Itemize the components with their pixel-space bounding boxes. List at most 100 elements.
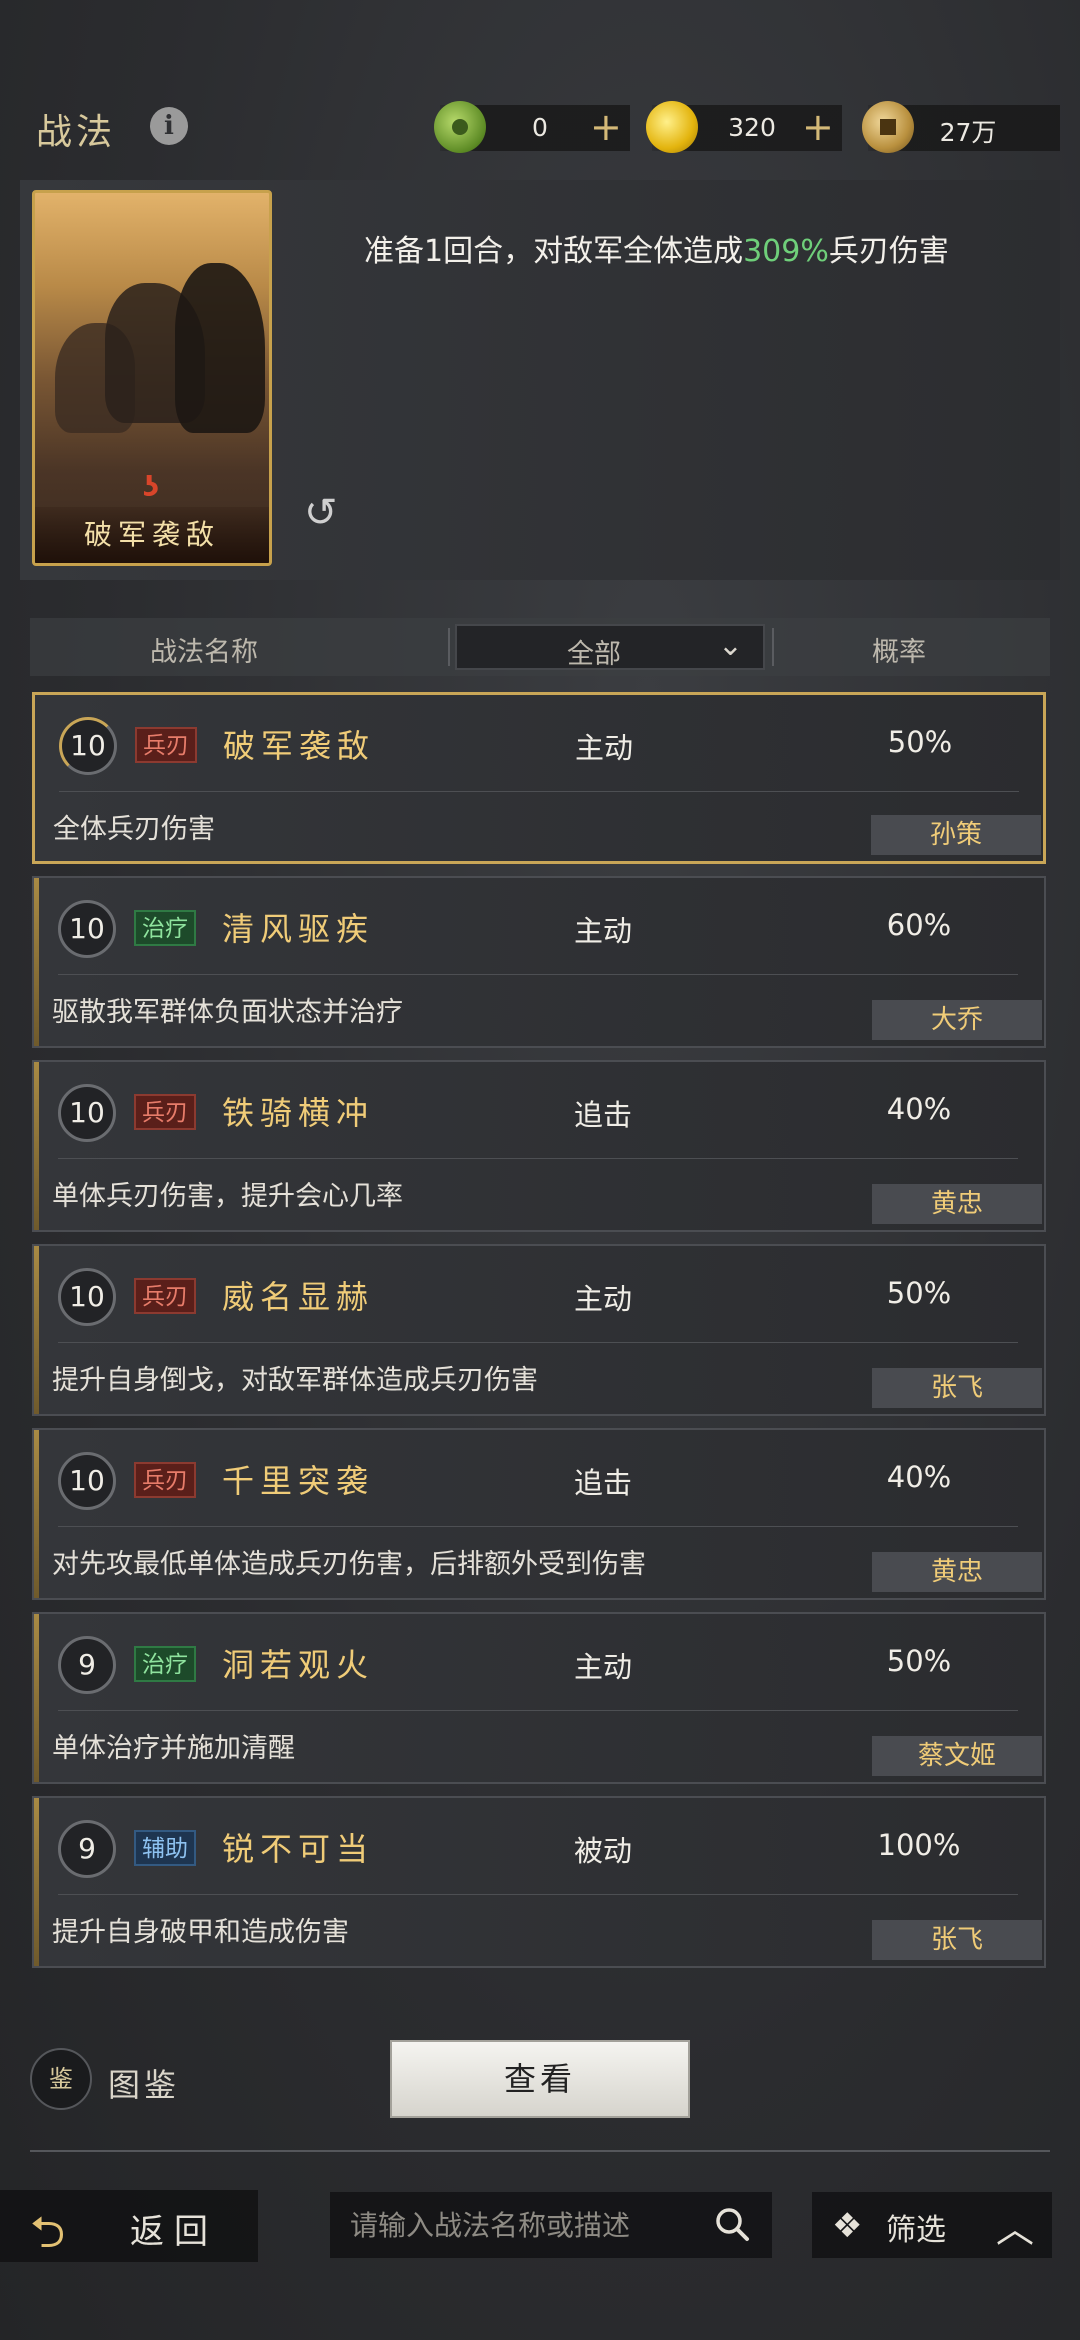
skill-row[interactable]: 10 兵刃 铁骑横冲 追击 40% 单体兵刃伤害，提升会心几率 黄忠	[32, 1060, 1046, 1232]
skill-description: 准备1回合，对敌军全体造成309%兵刃伤害	[364, 230, 984, 274]
currency-copper: 27万	[862, 101, 1060, 153]
skill-level: 9	[58, 1636, 116, 1694]
row-divider	[58, 1158, 1018, 1159]
row-edge	[34, 878, 39, 1046]
skill-row[interactable]: 9 辅助 锐不可当 被动 100% 提升自身破甲和造成伤害 张飞	[32, 1796, 1046, 1968]
skill-probability: 50%	[886, 1276, 952, 1310]
search-input[interactable]	[330, 2192, 700, 2258]
type-filter-value: 全部	[567, 639, 621, 670]
skill-name: 破军袭敌	[223, 727, 376, 765]
divider	[448, 628, 450, 666]
skill-summary: 单体兵刃伤害，提升会心几率	[52, 1181, 403, 1212]
card-art-horse	[175, 263, 265, 433]
skill-owner: 蔡文姬	[872, 1736, 1042, 1776]
skill-level: 10	[59, 717, 117, 775]
skill-tag: 辅助	[134, 1830, 196, 1866]
skill-row[interactable]: 10 治疗 清风驱疾 主动 60% 驱散我军群体负面状态并治疗 大乔	[32, 876, 1046, 1048]
skill-row[interactable]: 9 治疗 洞若观火 主动 50% 单体治疗并施加清醒 蔡文姬	[32, 1612, 1046, 1784]
add-gold-button[interactable]: +	[802, 105, 834, 149]
add-jade-button[interactable]: +	[590, 105, 622, 149]
skill-type: 被动	[574, 1834, 633, 1868]
table-header: 战法名称 全部 ⌄ 概率	[30, 618, 1050, 676]
chevron-down-icon: ⌄	[717, 628, 743, 663]
skill-owner: 张飞	[872, 1920, 1042, 1960]
skill-summary: 驱散我军群体负面状态并治疗	[52, 997, 403, 1028]
skill-tag: 治疗	[134, 1646, 196, 1682]
divider	[772, 628, 774, 666]
skill-name: 洞若观火	[222, 1646, 375, 1684]
back-arrow-icon: ⮌	[30, 2207, 66, 2258]
skill-row[interactable]: 10 兵刃 破军袭敌 主动 50% 全体兵刃伤害 孙策	[32, 692, 1046, 864]
skill-name: 千里突袭	[222, 1462, 375, 1500]
search-icon[interactable]	[712, 2204, 752, 2244]
back-label: 返回	[130, 2212, 218, 2252]
skill-owner: 黄忠	[872, 1552, 1042, 1592]
row-edge	[34, 1062, 39, 1230]
refresh-icon[interactable]: ↺	[304, 492, 346, 534]
row-divider	[58, 1710, 1018, 1711]
column-probability: 概率	[872, 637, 926, 668]
skill-probability: 40%	[886, 1092, 952, 1126]
atlas-icon: 鉴	[30, 2048, 92, 2110]
skill-level: 10	[58, 1084, 116, 1142]
skill-row[interactable]: 10 兵刃 千里突袭 追击 40% 对先攻最低单体造成兵刃伤害，后排额外受到伤害…	[32, 1428, 1046, 1600]
filter-label: 筛选	[886, 2213, 946, 2248]
atlas-button[interactable]: 鉴 图鉴	[30, 2048, 200, 2112]
skill-level: 9	[58, 1820, 116, 1878]
back-button[interactable]: ⮌ 返回	[0, 2190, 258, 2262]
row-divider	[58, 1526, 1018, 1527]
skill-tag: 兵刃	[135, 727, 197, 763]
skill-type: 追击	[574, 1466, 633, 1500]
card-rank-icon: ʖ	[143, 470, 160, 503]
skill-probability: 100%	[877, 1828, 961, 1862]
column-skill-name: 战法名称	[150, 637, 258, 668]
currency-jade: 0 +	[434, 101, 630, 153]
skill-summary: 提升自身破甲和造成伤害	[52, 1917, 349, 1948]
skill-tag: 兵刃	[134, 1278, 196, 1314]
currency-copper-value: 27万	[939, 118, 997, 147]
skill-summary: 单体治疗并施加清醒	[52, 1733, 295, 1764]
gold-icon	[646, 101, 698, 153]
view-button[interactable]: 查看	[390, 2040, 690, 2118]
type-filter-dropdown[interactable]: 全部 ⌄	[455, 624, 765, 670]
currency-gold-value: 320	[728, 113, 776, 142]
skill-tag: 治疗	[134, 910, 196, 946]
skill-owner: 黄忠	[872, 1184, 1042, 1224]
row-divider	[58, 974, 1018, 975]
filter-button[interactable]: ❖ 筛选 ︿	[812, 2192, 1052, 2258]
page-title: 战法	[36, 112, 117, 153]
skill-type: 追击	[574, 1098, 633, 1132]
skill-tag: 兵刃	[134, 1462, 196, 1498]
row-divider	[58, 1342, 1018, 1343]
skill-name: 清风驱疾	[222, 910, 375, 948]
copper-icon	[862, 101, 914, 153]
skill-summary: 对先攻最低单体造成兵刃伤害，后排额外受到伤害	[52, 1549, 646, 1580]
skill-type: 主动	[574, 1650, 633, 1684]
skill-owner: 孙策	[871, 815, 1041, 855]
skill-tag: 兵刃	[134, 1094, 196, 1130]
skill-type: 主动	[574, 914, 633, 948]
skill-type: 主动	[575, 731, 634, 765]
search-box	[330, 2192, 772, 2258]
skill-probability: 50%	[887, 725, 953, 759]
skill-name: 锐不可当	[222, 1830, 375, 1868]
jade-icon	[434, 101, 486, 153]
skill-owner: 大乔	[872, 1000, 1042, 1040]
skill-card-name: 破军袭敌	[35, 507, 269, 563]
skill-probability: 60%	[886, 908, 952, 942]
skill-card[interactable]: ʖ 破军袭敌	[32, 190, 272, 566]
skill-summary: 全体兵刃伤害	[53, 814, 215, 845]
top-bar: 战法 i 0 + 320 + 27万	[0, 95, 1080, 165]
info-icon[interactable]: i	[150, 107, 188, 145]
row-divider	[59, 791, 1019, 792]
filter-icon: ❖	[832, 2206, 863, 2246]
desc-suffix: 兵刃伤害	[828, 234, 949, 269]
skill-probability: 40%	[886, 1460, 952, 1494]
skill-row[interactable]: 10 兵刃 威名显赫 主动 50% 提升自身倒戈，对敌军群体造成兵刃伤害 张飞	[32, 1244, 1046, 1416]
skill-level: 10	[58, 1452, 116, 1510]
skill-summary: 提升自身倒戈，对敌军群体造成兵刃伤害	[52, 1365, 538, 1396]
currency-gold: 320 +	[646, 101, 842, 153]
skill-level: 10	[58, 1268, 116, 1326]
row-divider	[58, 1894, 1018, 1895]
row-edge	[34, 1614, 39, 1782]
